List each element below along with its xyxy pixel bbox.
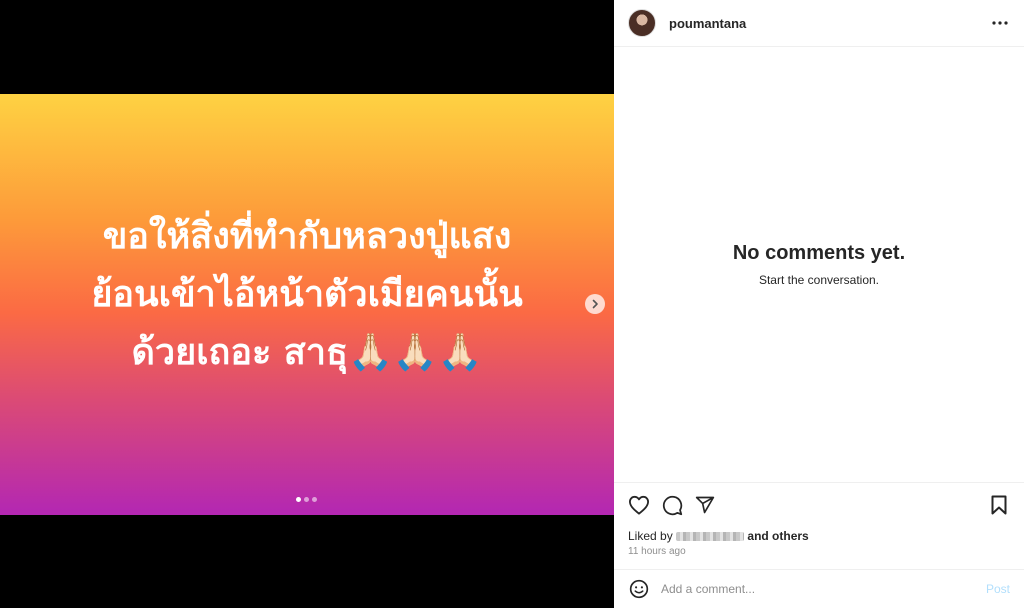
post-header: poumantana: [614, 0, 1024, 47]
carousel-dot: [304, 497, 309, 502]
emoji-button[interactable]: [628, 578, 650, 600]
emoji-icon: [629, 579, 649, 599]
post-comment-button[interactable]: Post: [986, 582, 1010, 596]
comment-icon: [662, 495, 682, 515]
share-icon: [695, 496, 715, 514]
caption-line: ขอให้สิ่งที่ทำกับหลวงปู่แสง: [102, 215, 512, 257]
avatar[interactable]: [628, 9, 656, 37]
share-button[interactable]: [694, 494, 716, 516]
post-text-overlay: ขอให้สิ่งที่ทำกับหลวงปู่แสง ย้อนเข้าไอ้ห…: [47, 208, 567, 382]
likes-others-link[interactable]: and others: [747, 529, 808, 543]
no-comments-title: No comments yet.: [732, 241, 906, 264]
next-slide-button[interactable]: [585, 294, 605, 314]
comment-input[interactable]: [661, 582, 961, 596]
post-image: ขอให้สิ่งที่ทำกับหลวงปู่แสง ย้อนเข้าไอ้ห…: [0, 94, 614, 515]
post-details-panel: poumantana No comments yet. Start the co…: [614, 0, 1024, 608]
post-actions: Liked by and others 11 hours ago: [614, 482, 1024, 557]
chevron-right-icon: [592, 299, 598, 309]
comments-section: No comments yet. Start the conversation.: [614, 48, 1024, 482]
carousel-dot: [312, 497, 317, 502]
carousel-dot-active: [296, 497, 301, 502]
more-icon: [992, 21, 1008, 25]
comment-button[interactable]: [661, 494, 683, 516]
save-button[interactable]: [988, 494, 1010, 516]
more-options-button[interactable]: [990, 13, 1010, 33]
likes-prefix: Liked by: [628, 529, 673, 543]
media-panel: ขอให้สิ่งที่ทำกับหลวงปู่แสง ย้อนเข้าไอ้ห…: [0, 0, 614, 608]
caption-line: ด้วยเถอะ สาธุ🙏🏻🙏🏻🙏🏻: [131, 331, 483, 373]
heart-icon: [629, 495, 649, 515]
caption-line: ย้อนเข้าไอ้หน้าตัวเมียคนนั้น: [91, 273, 523, 315]
post-timestamp[interactable]: 11 hours ago: [628, 546, 1010, 557]
blurred-username[interactable]: [676, 532, 745, 541]
no-comments-subtitle: Start the conversation.: [758, 272, 880, 287]
like-button[interactable]: [628, 494, 650, 516]
action-bar: [628, 494, 1010, 516]
carousel-dots: [296, 497, 317, 502]
bookmark-icon: [991, 495, 1007, 515]
comment-composer: Post: [614, 569, 1024, 608]
likes-summary: Liked by and others: [628, 529, 1010, 543]
username-link[interactable]: poumantana: [669, 16, 746, 31]
